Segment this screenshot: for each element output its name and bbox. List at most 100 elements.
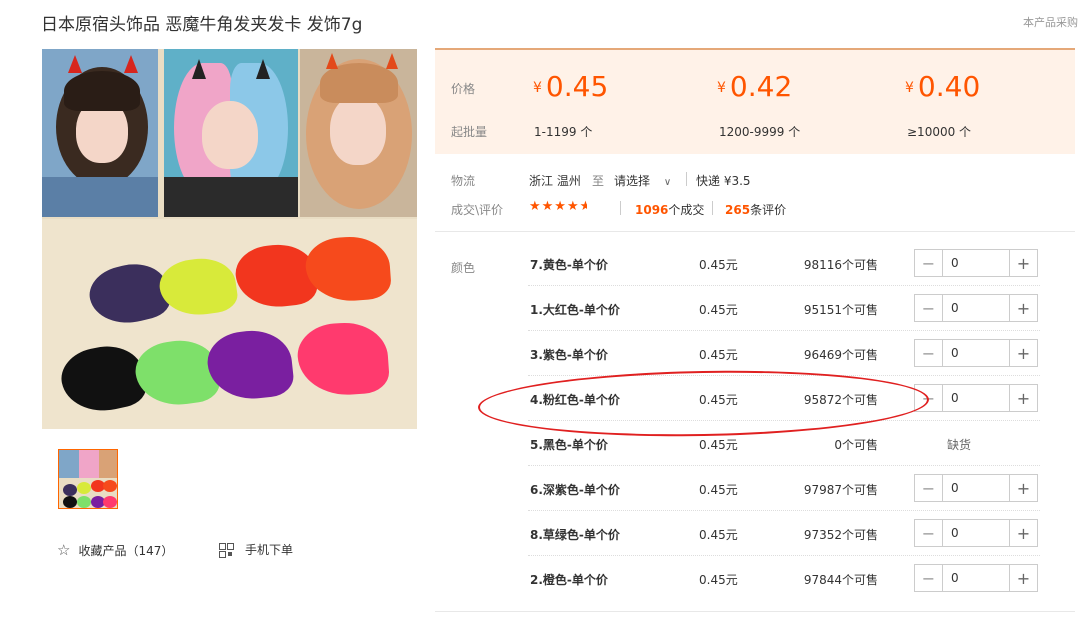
sku-price: 0.45元 <box>699 348 738 362</box>
sku-stock: 95872个可售 <box>803 393 878 407</box>
sku-stock: 0个可售 <box>834 438 878 452</box>
qr-code-icon <box>219 542 234 558</box>
main-product-image[interactable] <box>42 49 417 429</box>
rating-stars-icon: ★★★★★ <box>529 199 587 214</box>
sku-name: 1.大红色-单个价 <box>530 303 620 317</box>
qty-range-1: 1-1199 个 <box>534 125 593 139</box>
quantity-stepper[interactable]: − 0 + <box>914 519 1038 547</box>
price-box: 价格 起批量 ¥0.45 ¥0.42 ¥0.40 1-1199 个 1200-9… <box>435 48 1075 154</box>
favorite-label: 收藏产品（147） <box>78 543 174 558</box>
star-outline-icon: ☆ <box>57 541 71 559</box>
reviews-link[interactable]: 265条评价 <box>725 201 786 218</box>
hair-clips-photo <box>42 219 417 429</box>
product-title: 日本原宿头饰品 恶魔牛角发夹发卡 发饰7g <box>41 15 363 35</box>
price-tier-2: ¥0.42 <box>717 70 793 103</box>
sku-row: 8.草绿色-单个价 0.45元 97352个可售 − 0 + <box>528 512 1040 556</box>
divider <box>435 231 1075 232</box>
minus-button[interactable]: − <box>915 250 943 276</box>
plus-button[interactable]: + <box>1009 475 1037 501</box>
sku-row: 7.黄色-单个价 0.45元 98116个可售 − 0 + <box>528 242 1040 286</box>
divider <box>435 611 1075 612</box>
quantity-stepper[interactable]: − 0 + <box>914 384 1038 412</box>
price-label: 价格 <box>451 82 476 96</box>
sku-name: 6.深紫色-单个价 <box>530 483 620 497</box>
sku-row: 4.粉红色-单个价 0.45元 95872个可售 − 0 + <box>528 377 1040 421</box>
quantity-input[interactable]: 0 <box>943 565 1009 591</box>
minus-button[interactable]: − <box>915 475 943 501</box>
mobile-order-button[interactable]: 手机下单 <box>219 541 293 558</box>
minus-button[interactable]: − <box>915 340 943 366</box>
quantity-stepper[interactable]: − 0 + <box>914 564 1038 592</box>
portrait-photo-2 <box>164 49 298 217</box>
sku-stock: 97352个可售 <box>803 528 878 542</box>
separator <box>712 201 713 215</box>
minus-button[interactable]: − <box>915 385 943 411</box>
price-tier-1: ¥0.45 <box>533 70 609 103</box>
sku-name: 8.草绿色-单个价 <box>530 528 620 542</box>
quantity-input[interactable]: 0 <box>943 250 1009 276</box>
sku-row: 1.大红色-单个价 0.45元 95151个可售 − 0 + <box>528 287 1040 331</box>
sold-out-label: 缺货 <box>947 438 972 452</box>
qty-range-3: ≥10000 个 <box>907 125 972 139</box>
quantity-stepper[interactable]: − 0 + <box>914 339 1038 367</box>
price-tier-3: ¥0.40 <box>905 70 981 103</box>
plus-button[interactable]: + <box>1009 250 1037 276</box>
quantity-stepper[interactable]: − 0 + <box>914 294 1038 322</box>
sku-price: 0.45元 <box>699 303 738 317</box>
favorite-button[interactable]: ☆ 收藏产品（147） <box>57 541 173 559</box>
minus-button[interactable]: − <box>915 565 943 591</box>
sku-stock: 95151个可售 <box>803 303 878 317</box>
plus-button[interactable]: + <box>1009 385 1037 411</box>
sku-stock: 97987个可售 <box>803 483 878 497</box>
sku-row: 3.紫色-单个价 0.45元 96469个可售 − 0 + <box>528 332 1040 376</box>
minus-button[interactable]: − <box>915 295 943 321</box>
reviews-label: 成交\评价 <box>451 203 504 217</box>
plus-button[interactable]: + <box>1009 295 1037 321</box>
minus-button[interactable]: − <box>915 520 943 546</box>
sku-row: 6.深紫色-单个价 0.45元 97987个可售 − 0 + <box>528 467 1040 511</box>
quantity-input[interactable]: 0 <box>943 475 1009 501</box>
sku-stock: 98116个可售 <box>803 258 878 272</box>
sku-row: 5.黑色-单个价 0.45元 0个可售 缺货 <box>528 422 1040 466</box>
logistics-label: 物流 <box>451 174 476 188</box>
qty-range-2: 1200-9999 个 <box>719 125 801 139</box>
origin-text: 浙江 温州 <box>529 174 581 188</box>
separator <box>620 201 621 215</box>
sku-name: 3.紫色-单个价 <box>530 348 608 362</box>
sku-price: 0.45元 <box>699 438 738 452</box>
sku-name: 4.粉红色-单个价 <box>530 393 620 407</box>
sku-stock: 97844个可售 <box>803 573 878 587</box>
chevron-down-icon: ∨ <box>663 177 672 188</box>
color-label: 颜色 <box>451 261 476 275</box>
destination-select[interactable]: 请选择 ∨ <box>614 172 671 189</box>
sku-stock: 96469个可售 <box>803 348 878 362</box>
sku-name: 2.橙色-单个价 <box>530 573 608 587</box>
sku-row: 2.橙色-单个价 0.45元 97844个可售 − 0 + <box>528 557 1040 601</box>
quantity-stepper[interactable]: − 0 + <box>914 249 1038 277</box>
min-qty-label: 起批量 <box>451 125 488 139</box>
sku-name: 5.黑色-单个价 <box>530 438 608 452</box>
plus-button[interactable]: + <box>1009 520 1037 546</box>
quantity-input[interactable]: 0 <box>943 520 1009 546</box>
portrait-photo-3 <box>300 49 417 217</box>
shipping-fee: 快递 ¥3.5 <box>696 174 751 188</box>
plus-button[interactable]: + <box>1009 340 1037 366</box>
sku-name: 7.黄色-单个价 <box>530 258 608 272</box>
quantity-input[interactable]: 0 <box>943 340 1009 366</box>
sku-price: 0.45元 <box>699 573 738 587</box>
separator <box>686 172 687 186</box>
thumbnail-image[interactable] <box>58 449 118 509</box>
mobile-order-label: 手机下单 <box>245 543 294 557</box>
quantity-input[interactable]: 0 <box>943 385 1009 411</box>
sku-price: 0.45元 <box>699 528 738 542</box>
sku-price: 0.45元 <box>699 258 738 272</box>
deals-link[interactable]: 1096个成交 <box>635 201 704 218</box>
quantity-input[interactable]: 0 <box>943 295 1009 321</box>
quantity-stepper[interactable]: − 0 + <box>914 474 1038 502</box>
portrait-photo-1 <box>42 49 158 217</box>
to-text: 至 <box>592 174 605 188</box>
sku-price: 0.45元 <box>699 483 738 497</box>
corner-note: 本产品采购 <box>1023 16 1078 29</box>
sku-price: 0.45元 <box>699 393 738 407</box>
plus-button[interactable]: + <box>1009 565 1037 591</box>
